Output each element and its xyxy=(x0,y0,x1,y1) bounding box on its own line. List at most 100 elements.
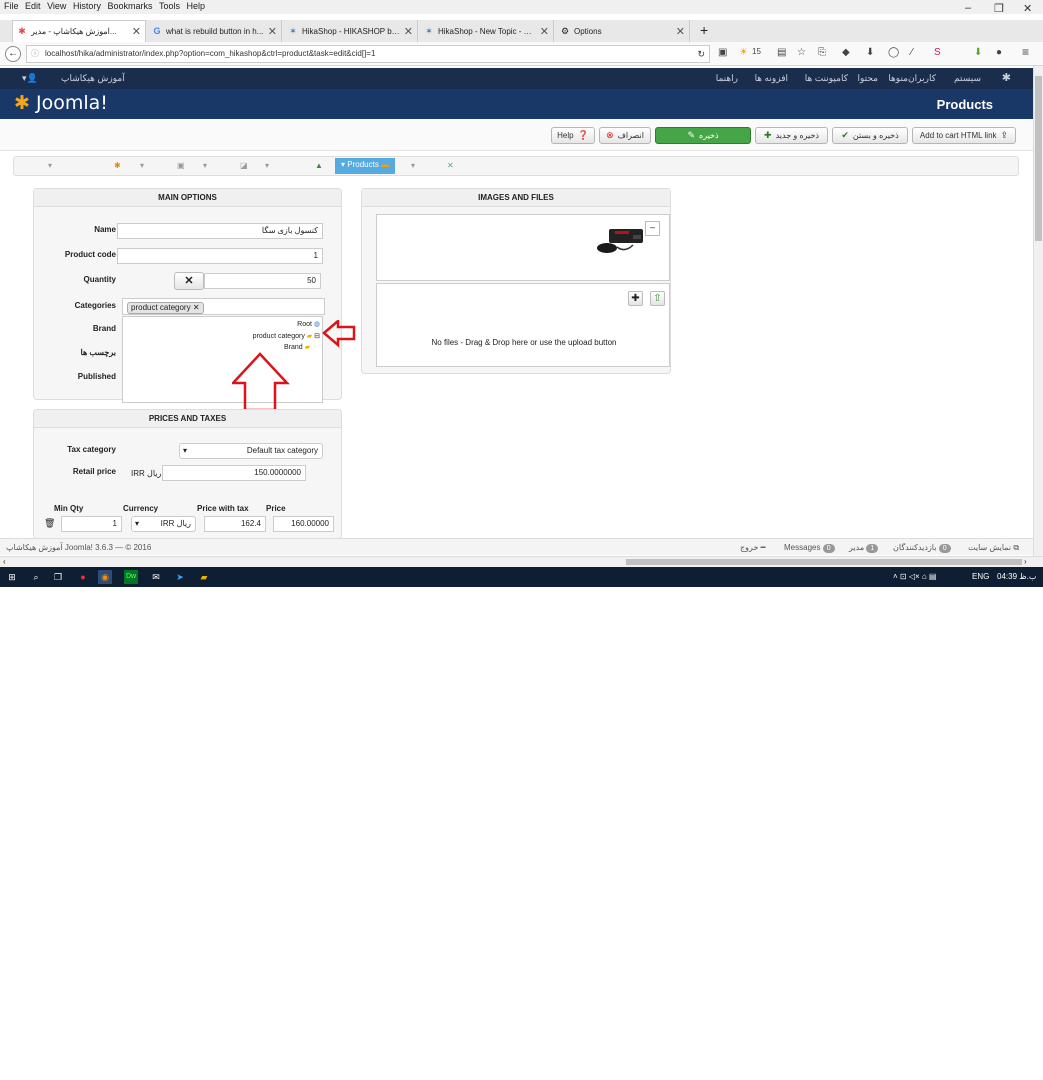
pocket-icon[interactable]: ◆ xyxy=(842,47,850,58)
minimize-icon[interactable]: – xyxy=(965,2,971,14)
add-file-button[interactable]: ✚ xyxy=(628,291,643,306)
menu-tools[interactable]: Tools xyxy=(159,0,180,13)
tab-google-search[interactable]: G what is rebuild button in h... ✕ xyxy=(148,20,282,42)
close-icon[interactable]: ✕ xyxy=(268,25,277,38)
chevron-down-icon[interactable]: ▾ xyxy=(140,161,144,170)
category-tag[interactable]: product category ✕ xyxy=(127,302,204,314)
info-icon[interactable]: ⓘ xyxy=(31,46,39,62)
chevron-down-icon[interactable]: ▾ xyxy=(265,161,269,170)
nav-content[interactable]: محتوا xyxy=(858,73,879,84)
restore-icon[interactable]: ❐ xyxy=(994,2,1004,15)
tab-hikashop-forum[interactable]: ✶ HikaShop - HIKASHOP bu... ✕ xyxy=(284,20,418,42)
scroll-right-icon[interactable]: › xyxy=(1024,557,1027,566)
green-arrow-icon[interactable]: ⬇ xyxy=(974,47,982,58)
tag-remove-icon[interactable]: ✕ xyxy=(193,303,200,312)
menu-view[interactable]: View xyxy=(47,0,66,13)
visitors-link[interactable]: بازدیدکنندگان 0 xyxy=(893,543,951,553)
bookmark-star-icon[interactable]: ☆ xyxy=(797,47,806,58)
h-scroll-thumb[interactable] xyxy=(626,559,1022,565)
tab-hikashop-new-topic[interactable]: ✶ HikaShop - New Topic - H... ✕ xyxy=(420,20,554,42)
reload-icon[interactable]: ↻ xyxy=(697,46,705,62)
chat-icon[interactable]: ◯ xyxy=(888,47,899,58)
window-close-icon[interactable]: ✕ xyxy=(1023,2,1032,15)
language-indicator[interactable]: ENG xyxy=(972,572,989,581)
cancel-button[interactable]: ⊗ انصراف xyxy=(599,127,651,144)
task-view-icon[interactable]: ❒ xyxy=(51,570,65,584)
save-close-button[interactable]: ✔ ذخیره و بستن xyxy=(832,127,908,144)
joomla-small-icon[interactable]: ✱ xyxy=(1002,71,1011,84)
scroll-left-icon[interactable]: ‹ xyxy=(3,557,6,566)
marketing-icon[interactable]: ◪ xyxy=(240,161,248,170)
price-with-tax-input[interactable]: 162.4 xyxy=(204,516,266,532)
extension-s-icon[interactable]: S xyxy=(934,47,941,58)
nav-menus[interactable]: منوها xyxy=(888,73,908,84)
tax-category-select[interactable]: ▾ Default tax category xyxy=(179,443,323,459)
menu-help[interactable]: Help xyxy=(187,0,206,13)
save-button[interactable]: ✎ ذخیره xyxy=(655,127,751,144)
close-icon[interactable]: ✕ xyxy=(132,25,141,38)
trash-icon[interactable]: 🗑 xyxy=(44,518,55,529)
menu-edit[interactable]: Edit xyxy=(25,0,41,13)
menu-file[interactable]: File xyxy=(4,0,19,13)
site-name-link[interactable]: آموزش هیکاشاپ xyxy=(61,73,125,84)
new-tab-button[interactable]: + xyxy=(700,22,708,38)
dreamweaver-icon[interactable]: Dw xyxy=(124,570,138,584)
windows-start-icon[interactable]: ⊞ xyxy=(5,570,19,584)
menu-bookmarks[interactable]: Bookmarks xyxy=(107,0,152,13)
tools-icon[interactable]: ✕ xyxy=(447,161,454,170)
messages-link[interactable]: Messages 0 xyxy=(784,543,835,553)
nav-help[interactable]: راهنما xyxy=(716,73,738,84)
admin-users-link[interactable]: مدیر 1 xyxy=(849,543,879,553)
screenshot-icon[interactable]: ▣ xyxy=(718,47,727,58)
telegram-icon[interactable]: ➤ xyxy=(173,570,187,584)
menu-history[interactable]: History xyxy=(73,0,101,13)
opera-icon[interactable]: ● xyxy=(76,570,90,584)
horizontal-scrollbar[interactable]: ‹ › xyxy=(0,556,1043,567)
nav-components[interactable]: کامپوننت ها xyxy=(805,73,848,84)
help-button[interactable]: Help ❓ xyxy=(551,127,595,144)
name-input[interactable]: کنسول بازی سگا xyxy=(117,223,323,239)
system-icon[interactable]: ✱ xyxy=(114,161,121,170)
weather-icon[interactable]: ☀ xyxy=(739,47,748,58)
display-icon[interactable]: ▣ xyxy=(177,161,185,170)
file-explorer-icon[interactable]: ▰ xyxy=(197,570,211,584)
firefox-icon[interactable]: ◉ xyxy=(98,570,112,584)
hamburger-menu-icon[interactable]: ≡ xyxy=(1022,45,1029,59)
url-bar[interactable]: ⓘ localhost/hika/administrator/index.php… xyxy=(26,45,710,63)
close-icon[interactable]: ✕ xyxy=(540,25,549,38)
add-to-cart-html-button[interactable]: Add to cart HTML link ⇪ xyxy=(912,127,1016,144)
tab-joomla-admin[interactable]: ✱ آموزش هیکاشاپ - مدیر... ✕ xyxy=(12,20,146,42)
currency-select[interactable]: ▾ IRR ریال xyxy=(131,516,196,532)
search-icon[interactable]: ⌕ xyxy=(29,570,43,584)
quantity-input[interactable]: 50 xyxy=(204,273,321,289)
chevron-down-icon[interactable]: ▾ xyxy=(203,161,207,170)
user-icon[interactable]: 👤▾ xyxy=(22,73,38,84)
customers-icon[interactable]: ▲ xyxy=(315,161,323,170)
image-delete-icon[interactable]: – xyxy=(645,221,660,236)
close-icon[interactable]: ✕ xyxy=(404,25,413,38)
feather-icon[interactable]: ⁄ xyxy=(911,47,913,58)
tab-options[interactable]: ⚙ Options ✕ xyxy=(556,20,690,42)
chevron-down-icon[interactable]: ▾ xyxy=(48,161,52,170)
mail-icon[interactable]: ✉ xyxy=(149,570,163,584)
nav-system[interactable]: سیستم xyxy=(954,73,981,84)
min-qty-input[interactable]: 1 xyxy=(61,516,122,532)
clock[interactable]: 04:39 ب.ظ xyxy=(997,572,1036,581)
unlimited-quantity-button[interactable]: ✕ xyxy=(174,272,204,290)
product-code-input[interactable]: 1 xyxy=(117,248,323,264)
logout-link[interactable]: خروج ━ xyxy=(740,543,765,552)
nav-users[interactable]: کاربران xyxy=(908,73,936,84)
categories-input[interactable]: product category ✕ xyxy=(122,298,325,315)
close-icon[interactable]: ✕ xyxy=(676,25,685,38)
file-drop-zone[interactable]: ✚ ⇧ No files - Drag & Drop here or use t… xyxy=(376,283,670,367)
nav-extensions[interactable]: افزونه ها xyxy=(755,73,788,84)
submenu-products[interactable]: ▾ Products ▬ xyxy=(335,158,396,174)
tray-icons[interactable]: ˄ ⊡ ◁× ⌂ ▤ xyxy=(893,572,936,581)
save-new-button[interactable]: ✚ ذخیره و جدید xyxy=(755,127,828,144)
back-button[interactable]: ← xyxy=(5,46,21,62)
download-icon[interactable]: ⬇ xyxy=(866,47,874,58)
dark-circle-icon[interactable]: ● xyxy=(996,47,1002,58)
clipboard-icon[interactable]: ⎘ xyxy=(818,47,826,58)
reader-icon[interactable]: ▤ xyxy=(777,47,786,58)
view-site-link[interactable]: نمایش سایت ⧉ xyxy=(968,543,1019,553)
